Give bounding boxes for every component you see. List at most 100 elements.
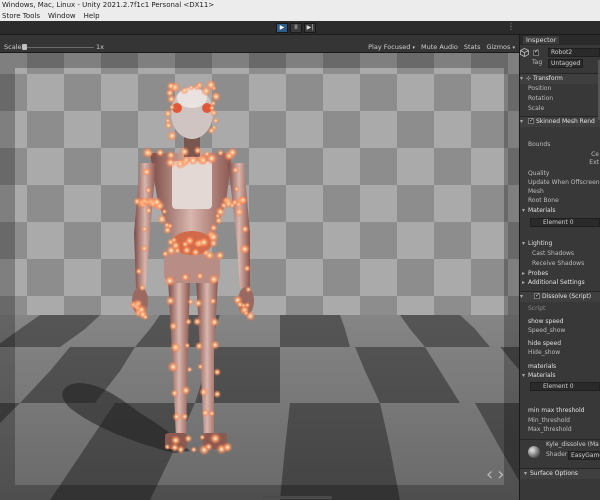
stats-toggle[interactable]: Stats bbox=[464, 43, 481, 51]
glow-particle bbox=[184, 342, 191, 349]
probes-foldout[interactable]: ▸ Probes bbox=[520, 270, 600, 278]
menu-help[interactable]: Help bbox=[84, 11, 100, 21]
show-speed-title: show speed bbox=[528, 318, 564, 325]
glow-particle bbox=[208, 410, 216, 417]
material-element-0[interactable]: Element 0 bbox=[530, 218, 600, 227]
game-view-options: Play Focused ▾ Mute Audio Stats Gizmos ▾ bbox=[368, 43, 515, 51]
glow-particle bbox=[162, 225, 173, 235]
scale-slider-handle[interactable] bbox=[22, 44, 27, 50]
max-threshold-label: Max_threshold bbox=[528, 426, 572, 433]
quality-label: Quality bbox=[528, 170, 550, 177]
game-viewport[interactable] bbox=[0, 53, 519, 500]
gizmos-dropdown[interactable]: Gizmos ▾ bbox=[486, 43, 515, 51]
glow-particle bbox=[245, 286, 252, 293]
mesh-label: Mesh bbox=[528, 188, 544, 195]
glow-particle bbox=[209, 316, 220, 328]
dissolve-materials-label: Materials bbox=[528, 372, 556, 379]
glow-particle bbox=[209, 432, 222, 445]
additional-settings-title: Additional Settings bbox=[528, 279, 585, 286]
play-focused-dropdown[interactable]: Play Focused ▾ bbox=[368, 43, 415, 51]
glow-particle bbox=[209, 297, 217, 305]
glow-particle bbox=[190, 446, 198, 453]
root-bone-label: Root Bone bbox=[528, 197, 559, 204]
cast-shadows-label: Cast Shadows bbox=[532, 250, 575, 257]
update-offscreen-label: Update When Offscreen bbox=[528, 179, 600, 186]
pause-button[interactable]: II bbox=[290, 23, 302, 33]
glow-particle bbox=[210, 91, 222, 102]
glow-particle bbox=[165, 157, 177, 169]
glow-particle bbox=[170, 389, 179, 398]
skinned-mesh-enabled-checkbox[interactable] bbox=[528, 117, 534, 126]
transform-header[interactable]: ▾ ⊹ Transform bbox=[520, 73, 600, 84]
skinned-mesh-title: Skinned Mesh Rend bbox=[536, 118, 595, 125]
glow-particle bbox=[168, 103, 176, 111]
glow-particle bbox=[167, 361, 180, 373]
gizmos-label: Gizmos bbox=[486, 43, 511, 51]
mute-audio-toggle[interactable]: Mute Audio bbox=[421, 43, 458, 51]
glow-particle bbox=[140, 244, 149, 253]
inspector-tab-bar: Inspector bbox=[520, 35, 600, 45]
object-name-field[interactable]: Robot2 bbox=[548, 48, 600, 57]
scale-label: Scale bbox=[4, 43, 22, 51]
chevron-right-icon[interactable]: › bbox=[497, 464, 504, 485]
chevron-left-icon[interactable]: ‹ bbox=[486, 464, 493, 485]
glow-particle bbox=[164, 121, 173, 130]
transform-title: Transform bbox=[532, 75, 563, 82]
bounds-center-label: Ce bbox=[591, 151, 599, 158]
glow-particle bbox=[168, 321, 178, 331]
game-view-panel: Scale 1x Play Focused ▾ Mute Audio Stats… bbox=[0, 35, 519, 500]
glow-particle bbox=[213, 368, 222, 377]
shader-dropdown[interactable]: EasyGame bbox=[568, 451, 600, 460]
additional-settings-foldout[interactable]: ▸ Additional Settings bbox=[520, 279, 600, 287]
receive-shadows-label: Receive Shadows bbox=[532, 260, 585, 267]
glow-particle bbox=[205, 152, 218, 165]
glow-particle bbox=[199, 387, 209, 397]
glow-particle bbox=[240, 224, 250, 234]
glow-particle bbox=[172, 412, 182, 422]
more-options-icon[interactable]: ⋮ bbox=[507, 22, 515, 31]
lighting-foldout[interactable]: ▾ Lighting bbox=[520, 240, 600, 248]
glow-particle bbox=[180, 385, 191, 396]
skinned-mesh-header[interactable]: ▾ Skinned Mesh Rend bbox=[520, 116, 600, 127]
dissolve-materials-foldout[interactable]: ▾ Materials bbox=[520, 372, 600, 380]
shader-label: Shader bbox=[546, 451, 568, 458]
menu-window[interactable]: Window bbox=[48, 11, 76, 21]
horizontal-scrollbar[interactable] bbox=[262, 496, 332, 499]
step-button[interactable]: ▶| bbox=[304, 23, 316, 33]
glow-particle bbox=[184, 318, 193, 326]
glow-particle bbox=[193, 298, 204, 308]
glow-particle bbox=[222, 441, 233, 453]
glow-particle bbox=[141, 225, 149, 233]
glow-particle bbox=[213, 389, 222, 399]
chevron-down-icon: ▾ bbox=[412, 45, 416, 51]
dissolve-enabled-checkbox[interactable] bbox=[534, 292, 540, 301]
glow-particle bbox=[234, 207, 245, 217]
material-sphere-icon bbox=[528, 446, 540, 458]
glow-particle bbox=[151, 196, 163, 208]
glow-particle bbox=[184, 434, 193, 443]
window-title: Windows, Mac, Linux - Unity 2021.2.7f1c1… bbox=[0, 0, 600, 11]
scale-slider[interactable] bbox=[22, 44, 94, 50]
glow-particle bbox=[144, 186, 152, 194]
surface-options-title: Surface Options bbox=[530, 470, 578, 477]
dissolve-material-element-0[interactable]: Element 0 bbox=[530, 382, 600, 391]
tag-dropdown[interactable]: Untagged bbox=[548, 59, 583, 68]
chevron-down-icon: ▾ bbox=[520, 293, 524, 300]
materials-foldout[interactable]: ▾ Materials bbox=[520, 207, 600, 215]
menu-store-tools[interactable]: Store Tools bbox=[2, 11, 40, 21]
menu-bar: Store Tools Window Help bbox=[0, 11, 600, 21]
glow-particle bbox=[214, 216, 223, 225]
glow-particle bbox=[170, 240, 181, 251]
chevron-down-icon: ▾ bbox=[520, 118, 524, 125]
object-active-checkbox[interactable] bbox=[533, 48, 539, 56]
glow-particle bbox=[179, 146, 190, 157]
glow-particle bbox=[212, 117, 220, 125]
lighting-title: Lighting bbox=[528, 240, 553, 247]
inspector-panel: Inspector Robot2 Tag Untagged ▾⊹ Transfo… bbox=[519, 35, 600, 500]
play-button[interactable]: ▶ bbox=[276, 23, 288, 33]
glow-particle bbox=[204, 442, 213, 451]
dissolve-script-header[interactable]: ▾ Dissolve (Script) bbox=[520, 291, 600, 302]
tab-inspector[interactable]: Inspector bbox=[523, 36, 560, 44]
surface-options-header[interactable]: ▾ Surface Options bbox=[520, 468, 600, 479]
glow-particle bbox=[164, 275, 176, 287]
